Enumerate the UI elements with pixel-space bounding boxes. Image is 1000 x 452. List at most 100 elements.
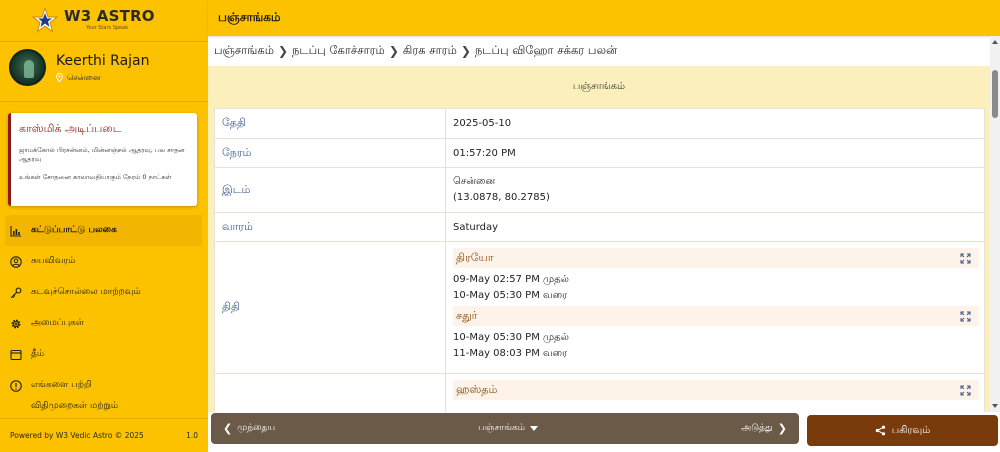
profile-location: சென்னை [56,73,150,83]
plan-features: ஜாமக்கோல் பிரசன்னம், மின்னஞ்சல் ஆதரவு, ப… [19,146,185,164]
table-row: நேரம் 01:57:20 PM [214,138,985,168]
sidebar-item-label: சுயவிவரம் [31,256,76,266]
sidebar-item-about[interactable]: எங்களை பற்றி [0,370,208,401]
sidebar-item-profile[interactable]: சுயவிவரம் [0,246,208,277]
logo-text: W3 ASTRO [64,7,155,25]
weekday-label: வாரம் [214,212,446,242]
breadcrumb-item-panchangam[interactable]: பஞ்சாங்கம் [214,43,274,59]
place-label: இடம் [214,167,446,213]
date-value: 2025-05-10 [445,108,985,139]
chevron-right-icon: ❯ [277,44,289,58]
caret-down-icon [530,426,539,431]
key-icon [10,287,22,299]
divider [0,41,208,42]
chevron-left-icon: ❮ [223,422,233,435]
weekday-value: Saturday [445,212,985,242]
expand-icon[interactable] [960,253,971,264]
version-text: 1.0 [186,431,198,440]
sidebar-item-dashboard[interactable]: கட்டுப்பாட்டு பலகை [5,215,202,246]
tithi-item-header[interactable]: திரயோ [453,248,979,268]
content-scrollbar[interactable] [990,36,1000,412]
bottom-navigation: ❮ முந்தைய பஞ்சாங்கம் அடுத்து ❯ [211,413,799,444]
next-label: அடுத்து [741,423,773,433]
place-value: சென்னை (13.0878, 80.2785) [445,167,985,213]
next-button[interactable]: அடுத்து ❯ [741,422,787,435]
sidebar-item-change-password[interactable]: கடவுச்சொல்லை மாற்றவும் [0,277,208,308]
nakshatra-name: ஹஸ்தம் [456,382,498,396]
table-row: வாரம் Saturday [214,212,985,242]
window-icon [10,349,22,361]
profile-name: Keerthi Rajan [56,52,150,69]
sidebar-item-settings[interactable]: அமைப்புகள் [0,308,208,339]
panchangam-panel: பஞ்சாங்கம் தேதி 2025-05-10 நேரம் 01:57:2… [208,66,990,412]
share-button[interactable]: பகிரவும் [807,415,998,446]
panchangam-table: தேதி 2025-05-10 நேரம் 01:57:20 PM இடம் ச… [214,108,985,412]
document-icon [10,401,22,411]
sidebar-item-label: விதிமுறைகள் மற்றும் [31,401,119,411]
plan-title: காஸ்மிக் அடிப்படை [19,122,122,135]
tithi-item-header[interactable]: சதுர் [453,306,979,326]
tithi-value: திரயோ 09-May 02:57 PM முதல் 10-May 05:30… [445,241,985,374]
chevron-right-icon: ❯ [777,422,787,435]
section-dropdown[interactable]: பஞ்சாங்கம் [478,423,539,434]
date-label: தேதி [214,108,446,139]
star-logo-icon [32,7,58,33]
breadcrumb-item-planet-star[interactable]: கிரக சாரம் [403,43,457,59]
scroll-up-icon[interactable] [992,40,998,44]
sidebar-item-label: கட்டுப்பாட்டு பலகை [31,225,117,235]
sidebar-item-terms[interactable]: விதிமுறைகள் மற்றும் [0,401,208,411]
sidebar-item-label: எங்களை பற்றி [31,380,92,390]
sidebar-item-theme[interactable]: தீம் [0,339,208,370]
info-circle-icon [10,379,22,392]
breadcrumb-item-transit[interactable]: நடப்பு கோச்சாரம் [292,43,385,59]
tithi-start: 10-May 05:30 PM முதல் [453,332,569,343]
tithi-name: திரயோ [456,250,494,264]
nakshatra-item-header[interactable]: ஹஸ்தம் [453,380,979,400]
expand-icon[interactable] [960,385,971,396]
nakshatra-label [214,373,446,412]
page-header: பஞ்சாங்கம் [208,0,1000,36]
nakshatra-value: ஹஸ்தம் [445,373,985,412]
bar-chart-icon [10,225,22,237]
share-label: பகிரவும் [891,424,931,436]
table-row: தேதி 2025-05-10 [214,108,985,139]
sidebar-item-label: கடவுச்சொல்லை மாற்றவும் [31,287,141,297]
tithi-label: திதி [214,241,446,374]
gear-icon [10,318,22,330]
powered-by-text: Powered by W3 Vedic Astro © 2025 [10,431,144,440]
breadcrumb-item-vihoa-chakra[interactable]: நடப்பு விஹோ சக்கர பலன் [475,43,617,59]
scroll-thumb[interactable] [992,70,998,118]
table-row: ஹஸ்தம் [214,373,985,412]
chevron-right-icon: ❯ [388,44,399,58]
tithi-end: 11-May 08:03 PM வரை [453,348,568,359]
section-dropdown-label: பஞ்சாங்கம் [478,423,526,433]
tithi-start: 09-May 02:57 PM முதல் [453,274,569,285]
trial-expiry: உங்கள் சோதனை காலாவதியாகும் நேரம் 0 நாட்க… [19,172,172,181]
app-logo[interactable]: W3 ASTRO Your Stars Speak [0,0,208,40]
breadcrumb: பஞ்சாங்கம் ❯ நடப்பு கோச்சாரம் ❯ கிரக சார… [214,42,617,60]
sidebar-item-label: தீம் [31,349,45,359]
plan-card[interactable]: காஸ்மிக் அடிப்படை ஜாமக்கோல் பிரசன்னம், ம… [8,113,197,206]
time-label: நேரம் [214,138,446,168]
share-icon [875,425,885,436]
scroll-down-icon[interactable] [992,404,998,408]
user-circle-icon [10,255,22,268]
place-coords: (13.0878, 80.2785) [453,192,550,203]
page-title: பஞ்சாங்கம் [218,10,281,24]
avatar [9,49,46,86]
chevron-right-icon: ❯ [460,44,471,58]
time-value: 01:57:20 PM [445,138,985,168]
sidebar: W3 ASTRO Your Stars Speak Keerthi Rajan … [0,0,208,452]
user-profile[interactable]: Keerthi Rajan சென்னை [9,49,150,86]
table-row: திதி திரயோ 09-May 02:57 PM முதல் 10-May … [214,241,985,374]
divider [0,101,208,102]
sidebar-footer: Powered by W3 Vedic Astro © 2025 1.0 [0,418,208,452]
expand-icon[interactable] [960,311,971,322]
sidebar-nav: கட்டுப்பாட்டு பலகை சுயவிவரம் கடவுச்சொல்ல… [0,215,208,411]
previous-label: முந்தைய [237,423,276,433]
tithi-name: சதுர் [456,308,478,322]
logo-tagline: Your Stars Speak [86,25,129,31]
panel-title: பஞ்சாங்கம் [572,81,626,92]
tithi-end: 10-May 05:30 PM வரை [453,290,568,301]
previous-button[interactable]: ❮ முந்தைய [223,422,275,435]
